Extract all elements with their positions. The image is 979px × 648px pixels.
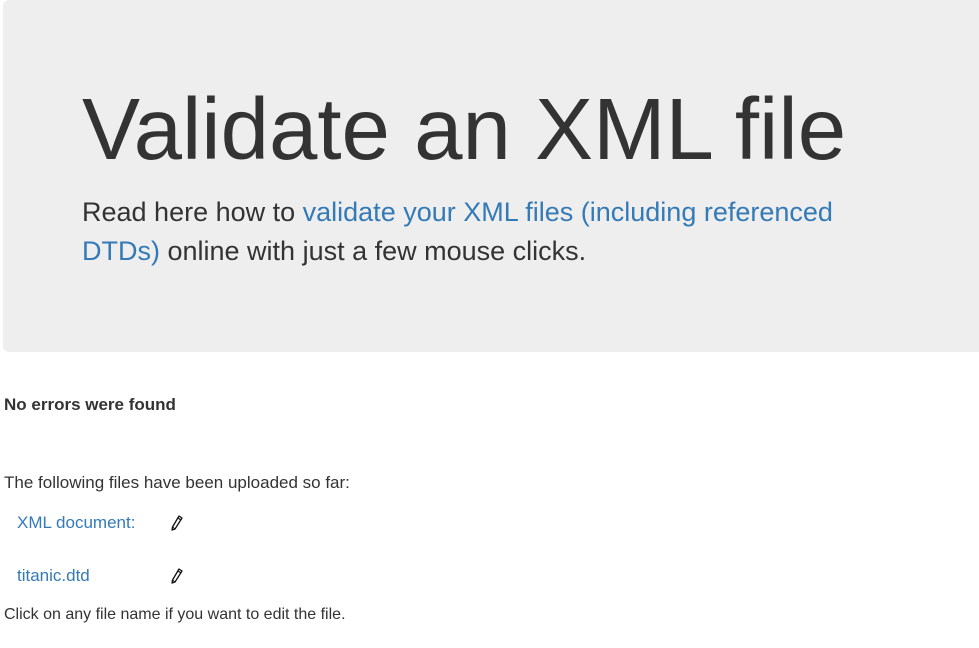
validation-status: No errors were found: [4, 395, 176, 414]
pencil-icon[interactable]: [170, 568, 184, 584]
uploaded-files-intro: The following files have been uploaded s…: [4, 473, 350, 492]
pencil-icon[interactable]: [170, 515, 184, 531]
jumbotron: Validate an XML file Read here how to va…: [3, 0, 979, 352]
xml-document-link[interactable]: XML document:: [17, 513, 167, 533]
intro-text-after: online with just a few mouse clicks.: [159, 236, 587, 266]
intro-text-before: Read here how to: [82, 197, 303, 227]
file-row-xml-document: XML document:: [17, 512, 184, 534]
edit-hint: Click on any file name if you want to ed…: [4, 606, 346, 623]
intro-paragraph: Read here how to validate your XML files…: [82, 193, 882, 271]
titanic-dtd-link[interactable]: titanic.dtd: [17, 566, 167, 586]
page-title: Validate an XML file: [82, 81, 847, 178]
file-row-titanic-dtd: titanic.dtd: [17, 565, 184, 587]
